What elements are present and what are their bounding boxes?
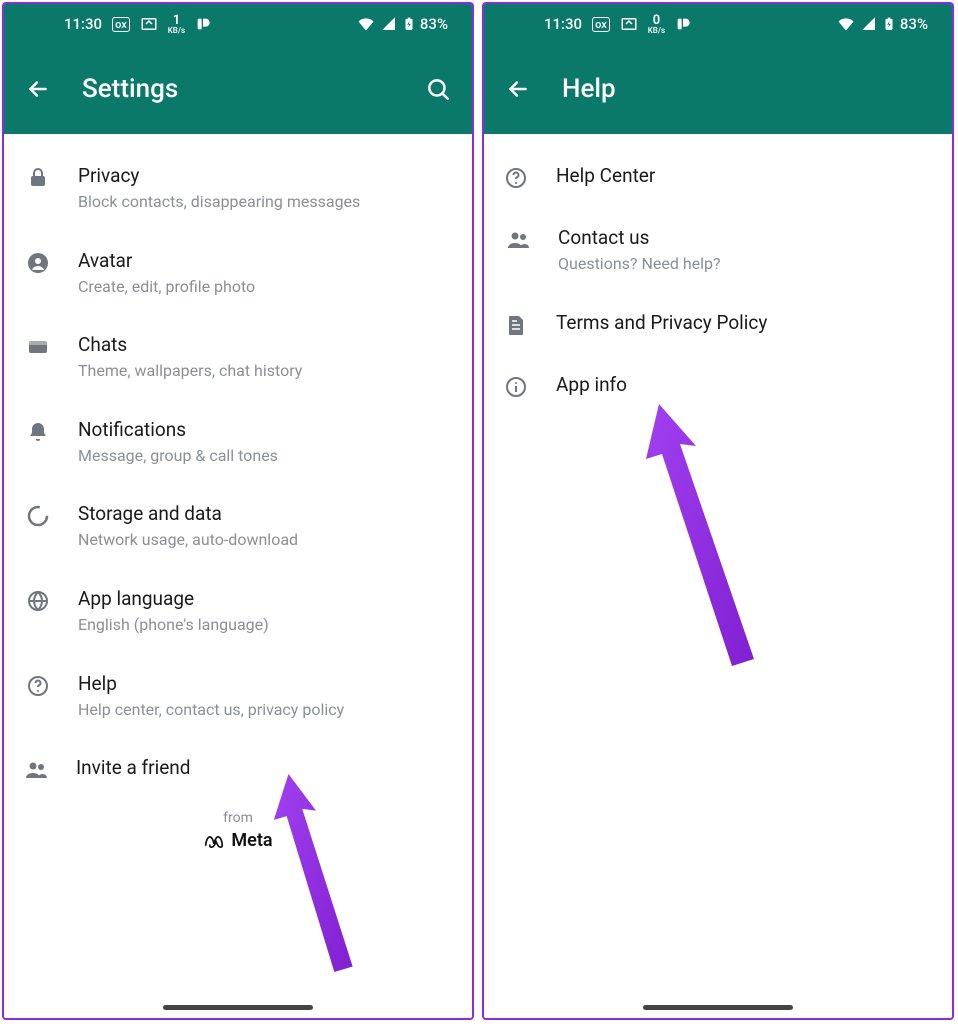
item-title: Help [78, 672, 452, 695]
battery-icon [402, 15, 416, 33]
item-title: Privacy [78, 164, 452, 187]
item-title: Notifications [78, 418, 452, 441]
wifi-icon [356, 14, 376, 34]
status-speed: 0 KB/s [648, 14, 665, 35]
doc-icon [504, 311, 556, 337]
settings-item-chats[interactable]: Chats Theme, wallpapers, chat history [4, 315, 472, 400]
item-subtitle: Theme, wallpapers, chat history [78, 360, 452, 382]
help-item-terms[interactable]: Terms and Privacy Policy [484, 293, 952, 355]
status-bar: 11:30 ox 0 KB/s 83% [484, 4, 952, 44]
chats-icon [26, 333, 78, 359]
item-subtitle: Questions? Need help? [558, 253, 932, 275]
meta-logo-icon [203, 833, 225, 849]
settings-item-privacy[interactable]: Privacy Block contacts, disappearing mes… [4, 146, 472, 231]
info-icon [504, 373, 556, 399]
back-button[interactable] [22, 73, 54, 105]
app-bar: Help [484, 44, 952, 134]
help-icon [504, 164, 556, 190]
globe-icon [26, 587, 78, 613]
gesture-bar[interactable] [643, 1005, 793, 1010]
status-time: 11:30 [544, 15, 582, 33]
invite-icon [24, 756, 76, 782]
help-item-appinfo[interactable]: App info [484, 355, 952, 417]
settings-item-storage[interactable]: Storage and data Network usage, auto-dow… [4, 484, 472, 569]
status-d-icon [195, 16, 211, 32]
item-title: Invite a friend [76, 756, 452, 779]
item-subtitle: English (phone's language) [78, 614, 452, 636]
item-title: Storage and data [78, 502, 452, 525]
bell-icon [26, 418, 78, 444]
status-time: 11:30 [64, 15, 102, 33]
help-screen: 11:30 ox 0 KB/s 83% [482, 2, 954, 1020]
settings-item-avatar[interactable]: Avatar Create, edit, profile photo [4, 231, 472, 316]
item-title: App language [78, 587, 452, 610]
search-button[interactable] [422, 73, 454, 105]
item-subtitle: Message, group & call tones [78, 445, 452, 467]
settings-item-language[interactable]: App language English (phone's language) [4, 569, 472, 654]
back-button[interactable] [502, 73, 534, 105]
meta-footer: from Meta [4, 800, 472, 851]
page-title: Settings [82, 74, 394, 104]
settings-item-help[interactable]: Help Help center, contact us, privacy po… [4, 654, 472, 739]
page-title: Help [562, 74, 934, 104]
battery-icon [882, 15, 896, 33]
item-title: Contact us [558, 226, 932, 249]
data-icon [26, 502, 78, 528]
settings-item-notifications[interactable]: Notifications Message, group & call tone… [4, 400, 472, 485]
help-item-helpcenter[interactable]: Help Center [484, 146, 952, 208]
item-title: Terms and Privacy Policy [556, 311, 932, 334]
item-subtitle: Help center, contact us, privacy policy [78, 699, 452, 721]
status-cast-icon [620, 15, 638, 33]
item-subtitle: Block contacts, disappearing messages [78, 191, 452, 213]
battery-percent: 83% [420, 15, 448, 33]
item-subtitle: Create, edit, profile photo [78, 276, 452, 298]
item-title: Help Center [556, 164, 932, 187]
status-bar: 11:30 ox 1 KB/s 83% [4, 4, 472, 44]
status-d-icon [675, 16, 691, 32]
item-subtitle: Network usage, auto-download [78, 529, 452, 551]
signal-icon [860, 15, 878, 33]
item-title: Chats [78, 333, 452, 356]
settings-item-invite[interactable]: Invite a friend [4, 738, 472, 800]
avatar-icon [26, 249, 78, 275]
battery-percent: 83% [900, 15, 928, 33]
gesture-bar[interactable] [163, 1005, 313, 1010]
contact-icon [506, 226, 558, 252]
signal-icon [380, 15, 398, 33]
status-cast-icon [140, 15, 158, 33]
status-speed: 1 KB/s [168, 14, 185, 35]
help-icon [26, 672, 78, 698]
app-bar: Settings [4, 44, 472, 134]
status-olx-icon: ox [592, 17, 610, 32]
footer-from: from [4, 810, 472, 826]
status-olx-icon: ox [112, 17, 130, 32]
footer-brand: Meta [4, 830, 472, 851]
help-list: Help Center Contact us Questions? Need h… [484, 134, 952, 1018]
help-item-contactus[interactable]: Contact us Questions? Need help? [484, 208, 952, 293]
item-title: App info [556, 373, 932, 396]
lock-icon [26, 164, 78, 190]
settings-list: Privacy Block contacts, disappearing mes… [4, 134, 472, 1018]
wifi-icon [836, 14, 856, 34]
settings-screen: 11:30 ox 1 KB/s 83% [2, 2, 474, 1020]
item-title: Avatar [78, 249, 452, 272]
